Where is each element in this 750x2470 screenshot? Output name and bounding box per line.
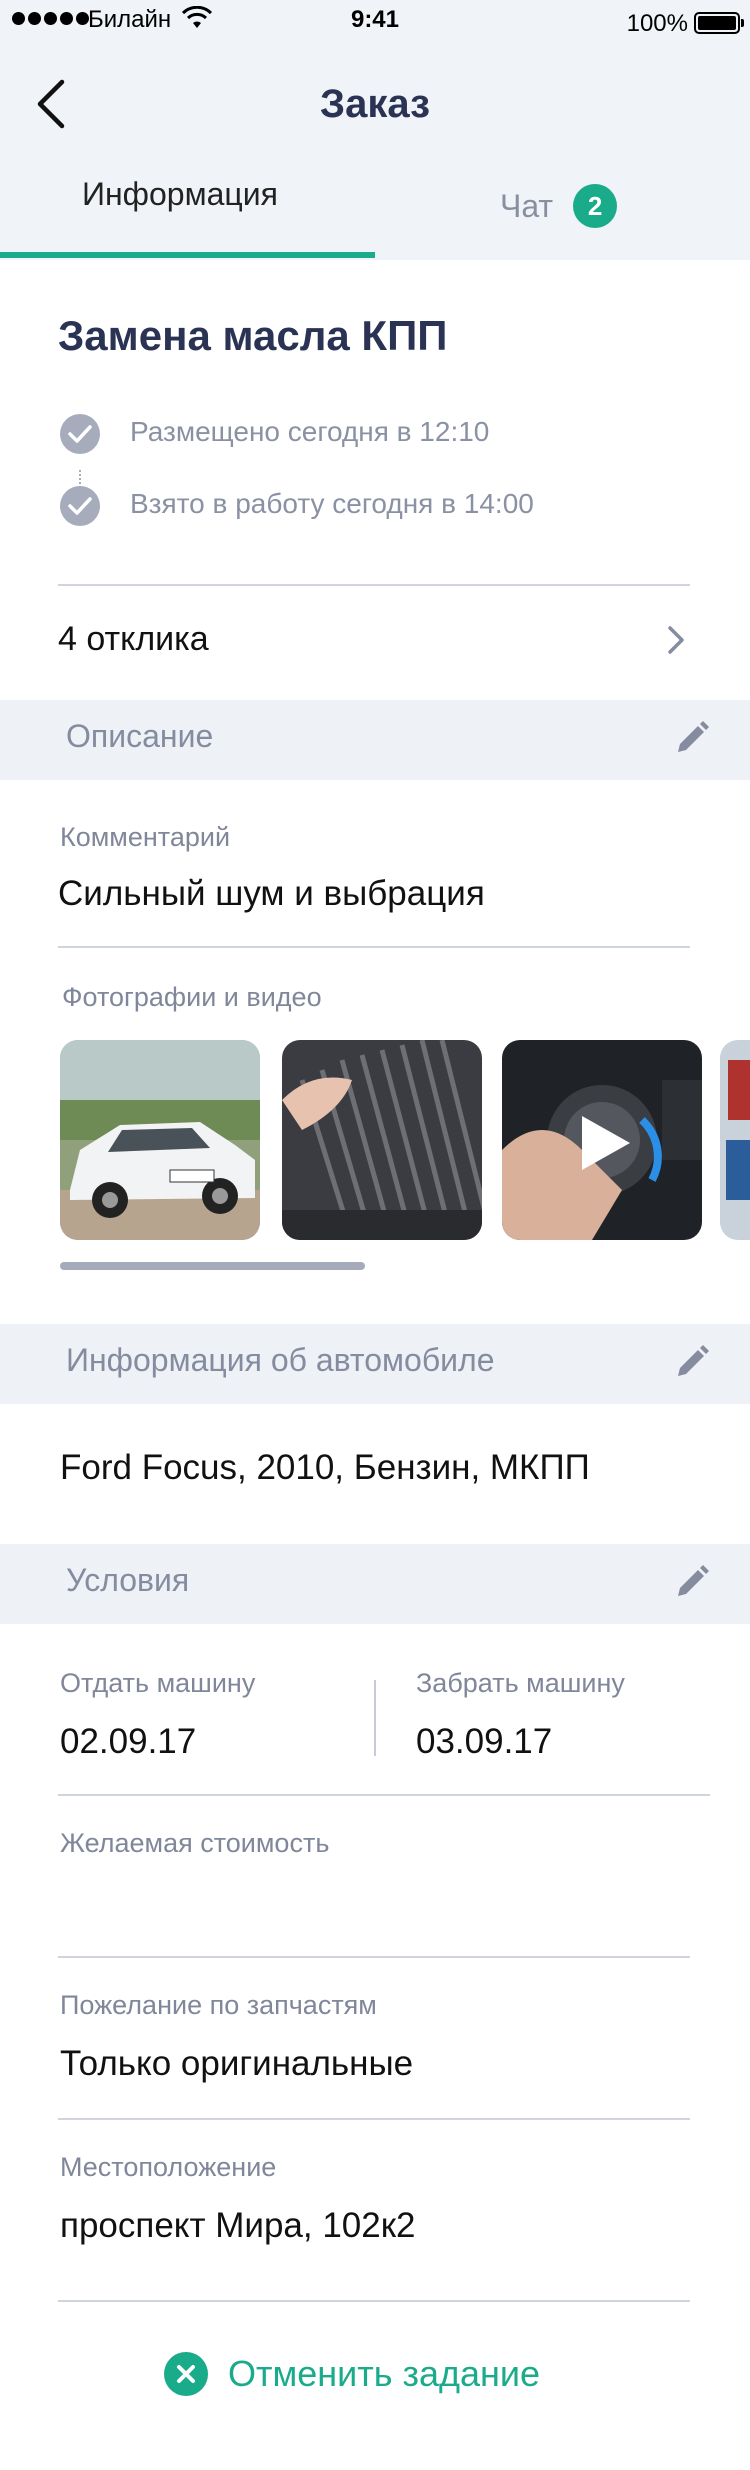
responses-row[interactable]: 4 отклика — [58, 620, 209, 659]
price-label: Желаемая стоимость — [60, 1828, 330, 1858]
divider — [58, 1956, 690, 1958]
section-car-info-title: Информация об автомобиле — [66, 1342, 495, 1378]
comment-value: Сильный шум и выбрация — [58, 874, 485, 913]
battery-percent: 100% — [626, 10, 688, 37]
column-separator — [374, 1680, 376, 1756]
divider — [58, 2300, 690, 2302]
timeline-placed: Размещено сегодня в 12:10 — [130, 416, 490, 447]
photo-thumbnail-car[interactable] — [60, 1040, 260, 1240]
tab-chat-label: Чат — [500, 187, 554, 224]
tab-chat[interactable]: Чат 2 — [500, 176, 618, 236]
section-conditions: Условия — [0, 1544, 750, 1624]
cancel-task-button[interactable]: Отменить задание — [164, 2352, 540, 2396]
edit-car-info-icon[interactable] — [672, 1344, 710, 1382]
edit-description-icon[interactable] — [672, 720, 710, 758]
location-value: проспект Мира, 102к2 — [60, 2206, 416, 2245]
status-bar: Билайн 9:41 100% — [0, 0, 750, 42]
divider — [58, 946, 690, 948]
battery-icon — [694, 12, 744, 34]
photo-thumbnail-filter[interactable] — [282, 1040, 482, 1240]
take-car-date: 03.09.17 — [416, 1722, 553, 1761]
divider — [58, 2118, 690, 2120]
media-scrollbar[interactable] — [60, 1262, 365, 1270]
location-label: Местоположение — [60, 2152, 277, 2182]
divider — [58, 584, 690, 586]
parts-label: Пожелание по запчастям — [60, 1990, 377, 2020]
play-icon — [582, 1116, 630, 1170]
chat-unread-badge: 2 — [573, 184, 618, 228]
give-car-label: Отдать машину — [60, 1668, 256, 1698]
chevron-right-icon[interactable] — [664, 622, 688, 658]
photo-thumbnail-service[interactable] — [720, 1040, 750, 1240]
media-label: Фотографии и видео — [62, 982, 322, 1012]
section-car-info: Информация об автомобиле — [0, 1324, 750, 1404]
take-car-label: Забрать машину — [416, 1668, 625, 1698]
check-circle-icon — [60, 486, 100, 526]
timeline-taken: Взято в работу сегодня в 14:00 — [130, 488, 534, 519]
tab-information[interactable]: Информация — [82, 176, 278, 236]
give-car-date: 02.09.17 — [60, 1722, 197, 1761]
active-tab-indicator — [0, 252, 375, 258]
section-description-title: Описание — [66, 718, 214, 754]
section-conditions-title: Условия — [66, 1562, 190, 1598]
check-circle-icon — [60, 414, 100, 454]
page-title: Заказ — [320, 82, 430, 126]
car-info-value: Ford Focus, 2010, Бензин, МКПП — [60, 1448, 590, 1487]
section-description: Описание — [0, 700, 750, 780]
cancel-task-label: Отменить задание — [228, 2353, 541, 2394]
close-circle-icon — [164, 2352, 208, 2396]
order-title: Замена масла КПП — [58, 312, 448, 359]
tab-information-label: Информация — [82, 176, 278, 212]
edit-conditions-icon[interactable] — [672, 1564, 710, 1602]
parts-value: Только оригинальные — [60, 2044, 414, 2083]
comment-label: Комментарий — [60, 822, 231, 852]
divider — [58, 1794, 710, 1796]
